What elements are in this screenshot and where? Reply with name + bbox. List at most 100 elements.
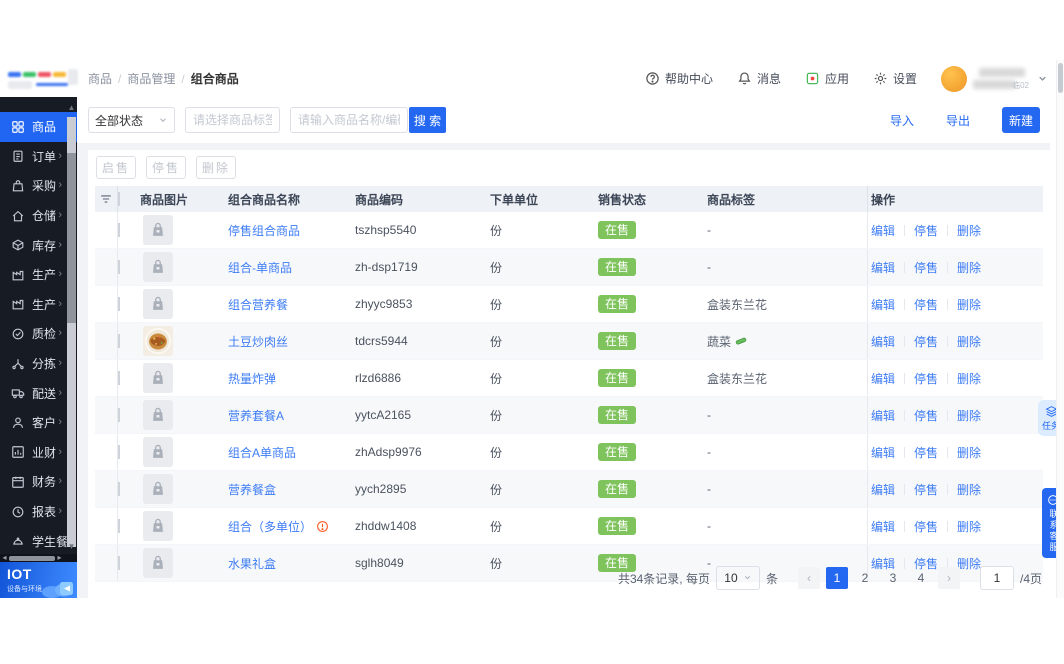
row-action-删除[interactable]: 删除 [957,222,981,239]
row-checkbox[interactable] [118,297,120,311]
row-checkbox[interactable] [118,371,120,385]
product-name-link[interactable]: 组合（多单位） [228,518,329,535]
row-action-停售[interactable]: 停售 [914,370,938,387]
prev-page-button[interactable]: ‹ [797,567,820,589]
sidebar-vertical-scrollbar[interactable] [67,117,76,547]
row-checkbox[interactable] [118,482,120,496]
product-name-link[interactable]: 营养套餐A [228,407,284,424]
product-name-link[interactable]: 组合-单商品 [228,259,292,276]
bulk-停售-button[interactable]: 停售 [146,156,186,179]
product-name-link[interactable]: 停售组合商品 [228,222,300,239]
sidebar-item-业财[interactable]: 业财 › [0,438,67,468]
next-page-button[interactable]: › [937,567,960,589]
bulk-启售-button[interactable]: 启售 [96,156,136,179]
row-action-停售[interactable]: 停售 [914,518,938,535]
sidebar-item-财务[interactable]: 财务 › [0,467,67,497]
row-checkbox[interactable] [118,556,120,570]
tag-filter-input[interactable] [185,107,280,133]
sidebar-item-配送[interactable]: 配送 › [0,378,67,408]
sidebar-item-报表[interactable]: 报表 › [0,497,67,527]
top-menu-item-apps[interactable]: 应用 [805,70,849,87]
product-name-link[interactable]: 营养餐盒 [228,481,276,498]
sidebar-item-库存[interactable]: 库存 › [0,230,67,260]
page-button-3[interactable]: 3 [882,567,904,589]
page-button-1[interactable]: 1 [825,567,848,589]
sidebar-hscroll-thumb[interactable] [9,555,55,561]
top-menu-item-gear[interactable]: 设置 [873,70,917,87]
sidebar-item-订单[interactable]: 订单 › [0,142,67,172]
sidebar-item-仓储[interactable]: 仓储 › [0,201,67,231]
export-button[interactable]: 导出 [946,112,970,129]
row-action-删除[interactable]: 删除 [957,333,981,350]
search-button[interactable]: 搜 索 [409,107,446,133]
row-action-编辑[interactable]: 编辑 [871,370,895,387]
main-vertical-scrollbar[interactable] [1056,60,1064,598]
iot-banner[interactable]: IOT 设备与环境 [0,562,77,598]
row-action-编辑[interactable]: 编辑 [871,222,895,239]
row-action-删除[interactable]: 删除 [957,444,981,461]
row-action-删除[interactable]: 删除 [957,370,981,387]
name-filter-input[interactable] [290,107,408,133]
hscroll-right-icon[interactable]: ▸ [55,554,64,562]
breadcrumb-item[interactable]: 商品管理 [127,70,175,87]
select-all-checkbox[interactable] [118,192,120,206]
page-button-4[interactable]: 4 [910,567,932,589]
import-button[interactable]: 导入 [890,112,914,129]
top-menu-item-help[interactable]: 帮助中心 [645,70,713,87]
row-checkbox[interactable] [118,260,120,274]
main-vscroll-thumb[interactable] [1058,63,1063,93]
breadcrumb-item[interactable]: 商品 [88,70,112,87]
row-action-停售[interactable]: 停售 [914,333,938,350]
page-jump-input[interactable] [979,566,1014,590]
row-action-停售[interactable]: 停售 [914,259,938,276]
sidebar-scroll-up-icon[interactable]: ▲ [67,103,76,113]
row-action-删除[interactable]: 删除 [957,259,981,276]
row-action-删除[interactable]: 删除 [957,518,981,535]
create-button[interactable]: 新建 [1002,107,1040,133]
user-menu[interactable]: 临02 [941,60,1048,97]
row-checkbox[interactable] [118,223,120,237]
row-action-停售[interactable]: 停售 [914,222,938,239]
page-button-2[interactable]: 2 [854,567,876,589]
product-name-link[interactable]: 组合营养餐 [228,296,288,313]
row-checkbox[interactable] [118,334,120,348]
row-action-编辑[interactable]: 编辑 [871,259,895,276]
sidebar-item-生产[interactable]: 生产 › [0,260,67,290]
table-header-settings[interactable] [95,186,118,212]
hscroll-left-icon[interactable]: ◂ [0,554,9,562]
product-name-link[interactable]: 热量炸弹 [228,370,276,387]
sidebar-item-学生餐[interactable]: 学生餐 [0,526,68,556]
status-filter-select[interactable]: 全部状态 [88,107,175,133]
sidebar-item-质检[interactable]: 质检 › [0,319,67,349]
row-action-编辑[interactable]: 编辑 [871,518,895,535]
row-action-删除[interactable]: 删除 [957,407,981,424]
row-checkbox[interactable] [118,519,120,533]
product-name-link[interactable]: 水果礼盒 [228,555,276,572]
sidebar-item-生产[interactable]: 生产 › [0,290,67,320]
row-action-停售[interactable]: 停售 [914,481,938,498]
row-action-编辑[interactable]: 编辑 [871,333,895,350]
row-action-编辑[interactable]: 编辑 [871,444,895,461]
row-checkbox[interactable] [118,445,120,459]
row-action-删除[interactable]: 删除 [957,481,981,498]
product-name-link[interactable]: 组合A单商品 [228,444,296,461]
row-action-停售[interactable]: 停售 [914,444,938,461]
product-photo[interactable] [143,326,173,356]
sidebar-item-分拣[interactable]: 分拣 › [0,349,67,379]
sidebar-item-采购[interactable]: 采购 › [0,171,67,201]
sidebar-vscroll-thumb[interactable] [67,153,76,323]
top-menu-item-bell[interactable]: 消息 [737,70,781,87]
row-action-编辑[interactable]: 编辑 [871,296,895,313]
row-action-停售[interactable]: 停售 [914,407,938,424]
sidebar-horizontal-scrollbar[interactable]: ◂ ▸ [0,554,77,562]
sidebar-scroll-down-icon[interactable]: ▼ [67,542,76,552]
row-action-删除[interactable]: 删除 [957,296,981,313]
product-name-link[interactable]: 土豆炒肉丝 [228,333,288,350]
per-page-select[interactable]: 10 [715,566,760,590]
row-checkbox[interactable] [118,408,120,422]
row-action-停售[interactable]: 停售 [914,296,938,313]
sidebar-item-客户[interactable]: 客户 › [0,408,67,438]
bulk-删除-button[interactable]: 删除 [196,156,236,179]
row-action-编辑[interactable]: 编辑 [871,407,895,424]
row-action-编辑[interactable]: 编辑 [871,481,895,498]
